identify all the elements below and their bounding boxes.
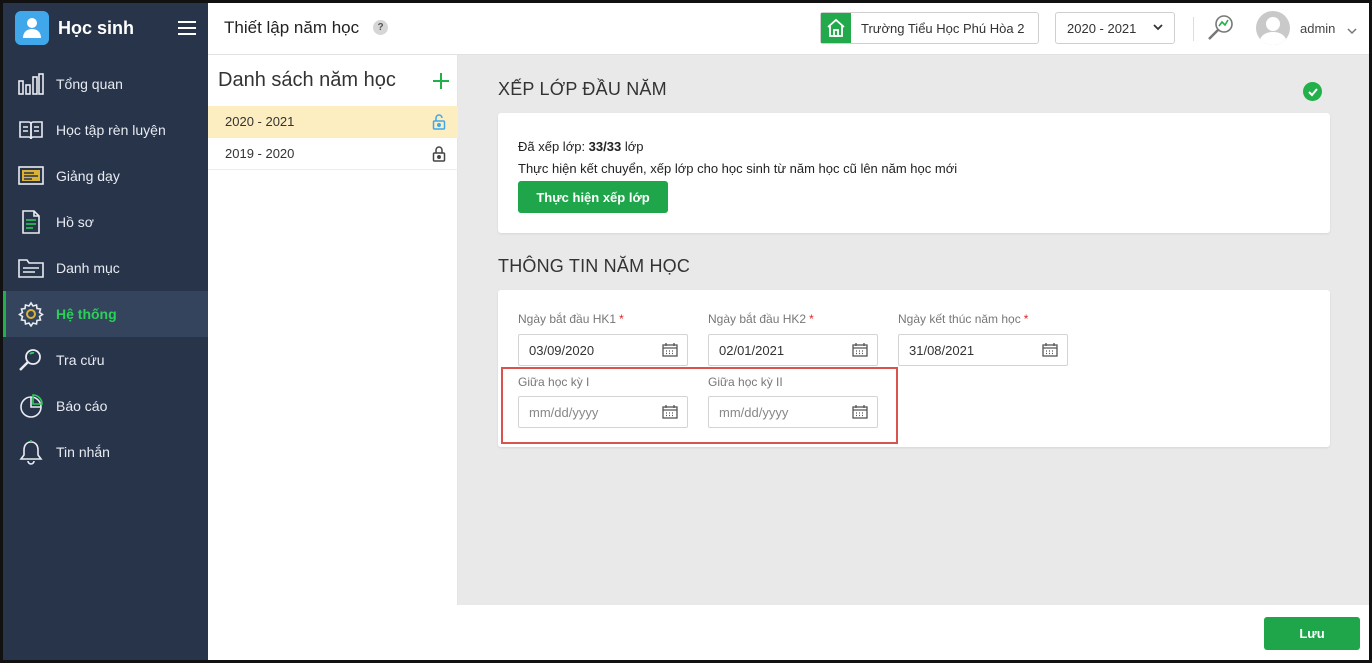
sidebar-item-label: Danh mục: [56, 260, 120, 276]
year-end-label: Ngày kết thúc năm học *: [898, 312, 1029, 326]
help-icon[interactable]: ?: [373, 20, 388, 35]
calendar-icon[interactable]: [662, 343, 678, 360]
sidebar-nav: Tổng quan Học tập rèn luyện Giảng dạy Hồ…: [3, 61, 208, 475]
hk1-start-date-input[interactable]: 03/09/2020: [518, 334, 688, 366]
year-label: 2019 - 2020: [225, 146, 295, 161]
year-label: 2020 - 2021: [225, 114, 295, 129]
unlock-icon[interactable]: [432, 114, 446, 133]
hk2-start-label: Ngày bắt đầu HK2 *: [708, 312, 814, 326]
chevron-down-icon[interactable]: [1346, 23, 1358, 41]
hk2-start-date-input[interactable]: 02/01/2021: [708, 334, 878, 366]
mid-term-highlight-box: [501, 367, 898, 444]
sidebar-item-ho-so[interactable]: Hồ sơ: [3, 199, 208, 245]
brand: Học sinh: [3, 3, 208, 53]
sidebar-item-label: Tra cứu: [56, 352, 105, 368]
sidebar-item-label: Tin nhắn: [56, 444, 110, 460]
user-logo-icon: [15, 11, 49, 45]
bar-chart-icon: [18, 71, 44, 97]
gear-icon: [18, 301, 44, 327]
sidebar-item-label: Hệ thống: [56, 306, 117, 322]
sidebar-item-tin-nhan[interactable]: Tin nhắn: [3, 429, 208, 475]
top-bar: Thiết lập năm học ? Trường Tiểu Học Phú …: [208, 3, 1369, 55]
class-setup-status: Đã xếp lớp: 33/33 lớp: [518, 139, 644, 154]
school-name: Trường Tiểu Học Phú Hòa 2: [861, 20, 1025, 36]
check-icon: [1303, 82, 1322, 101]
app-title: Học sinh: [58, 17, 135, 38]
hk1-start-label: Ngày bắt đầu HK1 *: [518, 312, 624, 326]
class-setup-card: Đã xếp lớp: 33/33 lớp Thực hiện kết chuy…: [498, 113, 1330, 233]
sidebar-item-label: Học tập rèn luyện: [56, 122, 166, 138]
lock-icon[interactable]: [432, 146, 446, 165]
sidebar-item-bao-cao[interactable]: Báo cáo: [3, 383, 208, 429]
perform-class-setup-button[interactable]: Thực hiện xếp lớp: [518, 181, 668, 213]
school-home-icon: [821, 13, 851, 43]
year-list-item[interactable]: 2020 - 2021: [208, 106, 458, 138]
teaching-board-icon: [18, 163, 44, 189]
calendar-icon[interactable]: [852, 343, 868, 360]
page-title: Thiết lập năm học: [224, 18, 360, 37]
app-window: Học sinh Tổng quan Học tập rèn luyện Giả…: [0, 0, 1372, 663]
sidebar-item-label: Hồ sơ: [56, 214, 94, 230]
year-list-item[interactable]: 2019 - 2020: [208, 138, 458, 170]
year-list-title: Danh sách năm học: [218, 69, 396, 91]
book-icon: [18, 117, 44, 143]
bell-icon: [18, 439, 44, 465]
avatar[interactable]: [1256, 11, 1290, 45]
document-icon: [18, 209, 44, 235]
footer: Lưu: [208, 605, 1369, 660]
folder-icon: [18, 255, 44, 281]
search-icon: [18, 347, 44, 373]
add-year-button[interactable]: [430, 70, 452, 92]
year-list-panel: Danh sách năm học 2020 - 2021 2019 - 202…: [208, 55, 458, 660]
statistics-search-icon[interactable]: [1206, 13, 1236, 48]
sidebar-item-tra-cuu[interactable]: Tra cứu: [3, 337, 208, 383]
class-setup-title: XẾP LỚP ĐẦU NĂM: [498, 79, 667, 99]
class-count: 33/33: [588, 139, 622, 154]
save-button[interactable]: Lưu: [1264, 617, 1360, 650]
sidebar: Học sinh Tổng quan Học tập rèn luyện Giả…: [3, 3, 208, 660]
sidebar-item-hoc-tap-ren-luyen[interactable]: Học tập rèn luyện: [3, 107, 208, 153]
sidebar-item-label: Báo cáo: [56, 398, 108, 414]
sidebar-item-label: Tổng quan: [56, 76, 123, 92]
year-info-title: THÔNG TIN NĂM HỌC: [498, 256, 691, 276]
class-setup-description: Thực hiện kết chuyển, xếp lớp cho học si…: [518, 161, 958, 176]
calendar-icon[interactable]: [1042, 343, 1058, 360]
main-content: XẾP LỚP ĐẦU NĂM Đã xếp lớp: 33/33 lớp Th…: [458, 55, 1369, 605]
sidebar-item-giang-day[interactable]: Giảng dạy: [3, 153, 208, 199]
divider: [1193, 17, 1194, 41]
school-selector[interactable]: Trường Tiểu Học Phú Hòa 2: [820, 12, 1039, 44]
year-dropdown[interactable]: 2020 - 2021: [1055, 12, 1175, 44]
sidebar-item-danh-muc[interactable]: Danh mục: [3, 245, 208, 291]
year-dropdown-value: 2020 - 2021: [1067, 20, 1137, 36]
menu-toggle-icon[interactable]: [178, 21, 196, 35]
sidebar-item-he-thong[interactable]: Hệ thống: [3, 291, 208, 337]
sidebar-item-tong-quan[interactable]: Tổng quan: [3, 61, 208, 107]
year-end-date-input[interactable]: 31/08/2021: [898, 334, 1068, 366]
sidebar-item-label: Giảng dạy: [56, 168, 120, 184]
pie-chart-icon: [18, 393, 44, 419]
username[interactable]: admin: [1300, 21, 1335, 36]
chevron-down-icon: [1152, 21, 1164, 36]
